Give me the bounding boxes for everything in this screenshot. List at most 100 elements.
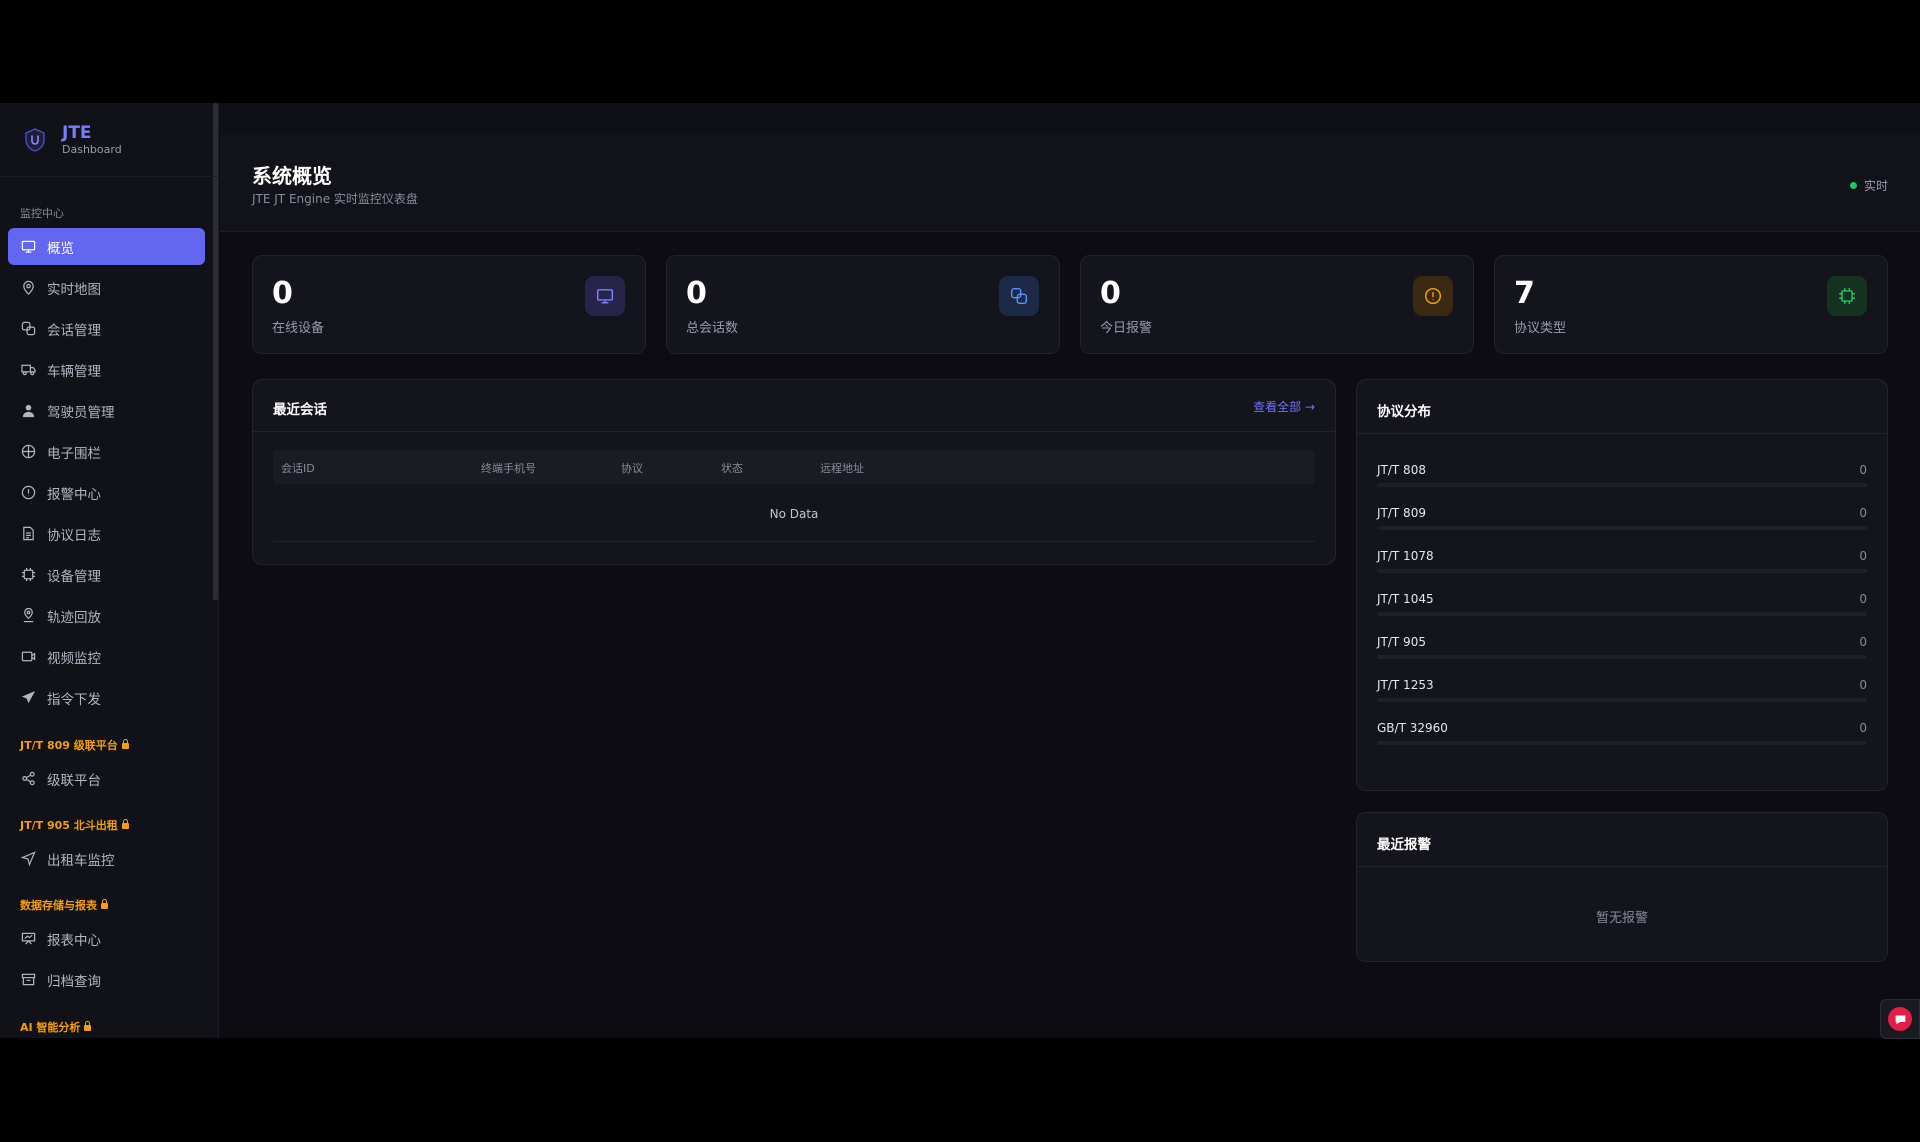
protocol-name: JT/T 1045 xyxy=(1377,592,1434,606)
sidebar-item-drivers[interactable]: 驾驶员管理 xyxy=(8,392,205,429)
protocol-row: JT/T 1078 0 xyxy=(1377,549,1867,579)
protocol-bar xyxy=(1377,612,1867,616)
column-header[interactable]: 协议 xyxy=(621,460,643,476)
stat-icon-box xyxy=(1413,276,1453,316)
protocol-count: 0 xyxy=(1859,592,1867,606)
sidebar-item-label: 报警中心 xyxy=(47,486,101,503)
page-subtitle: JTE JT Engine 实时监控仪表盘 xyxy=(252,192,418,206)
send-icon xyxy=(21,690,36,704)
sidebar-item-archive[interactable]: 归档查询 xyxy=(8,961,205,998)
sidebar-item-track-playback[interactable]: 轨迹回放 xyxy=(8,597,205,634)
column-header[interactable]: 会话ID xyxy=(281,460,315,476)
protocol-bar xyxy=(1377,526,1867,530)
protocol-name: JT/T 1253 xyxy=(1377,678,1434,692)
sidebar-item-label: 实时地图 xyxy=(47,281,101,298)
stat-card-online-devices[interactable]: 0 在线设备 xyxy=(252,255,646,354)
protocol-bar xyxy=(1377,569,1867,573)
stat-label: 今日报警 xyxy=(1100,321,1153,336)
empty-state: 暂无报警 xyxy=(1595,911,1648,926)
truck-icon xyxy=(21,364,36,376)
sidebar-item-geofence[interactable]: 电子围栏 xyxy=(8,433,205,470)
chat-icon xyxy=(1888,1007,1912,1031)
stat-label: 总会话数 xyxy=(686,321,739,336)
sidebar-item-label: 会话管理 xyxy=(47,322,101,339)
top-strip xyxy=(220,103,1920,134)
sidebar-item-cascade-platform[interactable]: 级联平台 xyxy=(8,760,205,797)
sidebar-item-label: 轨迹回放 xyxy=(47,609,101,626)
protocol-count: 0 xyxy=(1859,463,1867,477)
column-header[interactable]: 状态 xyxy=(721,460,743,476)
sidebar-scrollbar[interactable] xyxy=(213,103,218,600)
protocol-count: 0 xyxy=(1859,721,1867,735)
divider xyxy=(1357,866,1887,867)
protocol-count: 0 xyxy=(1859,678,1867,692)
group-label-jt809: JT/T 809 级联平台 xyxy=(20,737,129,753)
panel-title: 最近会话 xyxy=(273,402,327,418)
sidebar: JTE Dashboard 监控中心 概览 实时地图 会话管理 车辆管理 驾驶员… xyxy=(0,103,219,1038)
alert-icon xyxy=(21,485,36,500)
sidebar-item-alarm-center[interactable]: 报警中心 xyxy=(8,474,205,511)
column-header[interactable]: 终端手机号 xyxy=(481,460,536,476)
protocol-row: JT/T 808 0 xyxy=(1377,463,1867,493)
group-label-text: AI 智能分析 xyxy=(20,1021,81,1034)
sidebar-item-command[interactable]: 指令下发 xyxy=(8,679,205,716)
protocol-name: GB/T 32960 xyxy=(1377,721,1448,735)
group-label-text: JT/T 905 北斗出租 xyxy=(20,819,118,832)
alert-icon xyxy=(1424,287,1442,305)
protocol-bar xyxy=(1377,698,1867,702)
protocol-bar xyxy=(1377,483,1867,487)
stat-card-protocol-types[interactable]: 7 协议类型 xyxy=(1494,255,1888,354)
stat-icon-box xyxy=(1827,276,1867,316)
protocol-bar xyxy=(1377,655,1867,659)
group-label-text: 数据存储与报表 xyxy=(20,899,97,912)
sidebar-item-label: 电子围栏 xyxy=(47,445,101,462)
view-all-link[interactable]: 查看全部 → xyxy=(1253,398,1315,415)
stat-icon-box xyxy=(999,276,1039,316)
user-icon xyxy=(22,404,35,418)
stat-card-total-sessions[interactable]: 0 总会话数 xyxy=(666,255,1060,354)
chat-button[interactable] xyxy=(1880,999,1920,1039)
live-dot-icon xyxy=(1849,182,1857,189)
video-icon xyxy=(21,651,36,662)
group-label-ai: AI 智能分析 xyxy=(20,1019,92,1035)
protocol-row: JT/T 1253 0 xyxy=(1377,678,1867,708)
live-label: 实时 xyxy=(1863,179,1888,193)
sessions-icon xyxy=(21,321,36,336)
archive-icon xyxy=(21,973,36,986)
sidebar-item-overview[interactable]: 概览 xyxy=(8,228,205,265)
sidebar-item-label: 协议日志 xyxy=(47,527,101,544)
sidebar-item-label: 出租车监控 xyxy=(47,852,115,869)
empty-state: No Data xyxy=(769,507,819,521)
sidebar-item-label: 车辆管理 xyxy=(47,363,101,380)
brand-title: JTE xyxy=(62,123,92,143)
document-icon xyxy=(23,526,34,541)
group-label-jt905: JT/T 905 北斗出租 xyxy=(20,817,129,833)
protocol-row: JT/T 1045 0 xyxy=(1377,592,1867,622)
sidebar-item-realtime-map[interactable]: 实时地图 xyxy=(8,269,205,306)
column-header[interactable]: 远程地址 xyxy=(820,460,864,476)
monitor-icon xyxy=(21,240,36,253)
sidebar-item-reports[interactable]: 报表中心 xyxy=(8,920,205,957)
lock-icon xyxy=(101,899,108,909)
stat-icon-box xyxy=(585,276,625,316)
lock-icon xyxy=(121,739,129,749)
sidebar-item-taxi-monitor[interactable]: 出租车监控 xyxy=(8,840,205,877)
stat-card-today-alarms[interactable]: 0 今日报警 xyxy=(1080,255,1474,354)
protocol-row: GB/T 32960 0 xyxy=(1377,721,1867,751)
stat-value: 7 xyxy=(1514,276,1535,311)
link-icon xyxy=(1010,287,1028,305)
protocol-distribution-panel: 协议分布 JT/T 808 0 JT/T 809 0 JT/T 1078 0 J… xyxy=(1356,379,1888,791)
sidebar-item-vehicles[interactable]: 车辆管理 xyxy=(8,351,205,388)
sidebar-item-label: 设备管理 xyxy=(47,568,101,585)
protocol-name: JT/T 809 xyxy=(1377,506,1426,520)
sidebar-item-protocol-log[interactable]: 协议日志 xyxy=(8,515,205,552)
sidebar-item-devices[interactable]: 设备管理 xyxy=(8,556,205,593)
sidebar-item-label: 归档查询 xyxy=(47,973,101,990)
protocol-bar xyxy=(1377,741,1867,745)
sidebar-item-video[interactable]: 视频监控 xyxy=(8,638,205,675)
sidebar-item-sessions[interactable]: 会话管理 xyxy=(8,310,205,347)
monitor-icon xyxy=(596,289,614,304)
recent-sessions-panel: 最近会话 查看全部 → 会话ID 终端手机号 协议 状态 远程地址 No Dat… xyxy=(252,379,1336,565)
sidebar-item-label: 报表中心 xyxy=(47,932,101,949)
brand[interactable]: JTE Dashboard xyxy=(0,103,218,177)
